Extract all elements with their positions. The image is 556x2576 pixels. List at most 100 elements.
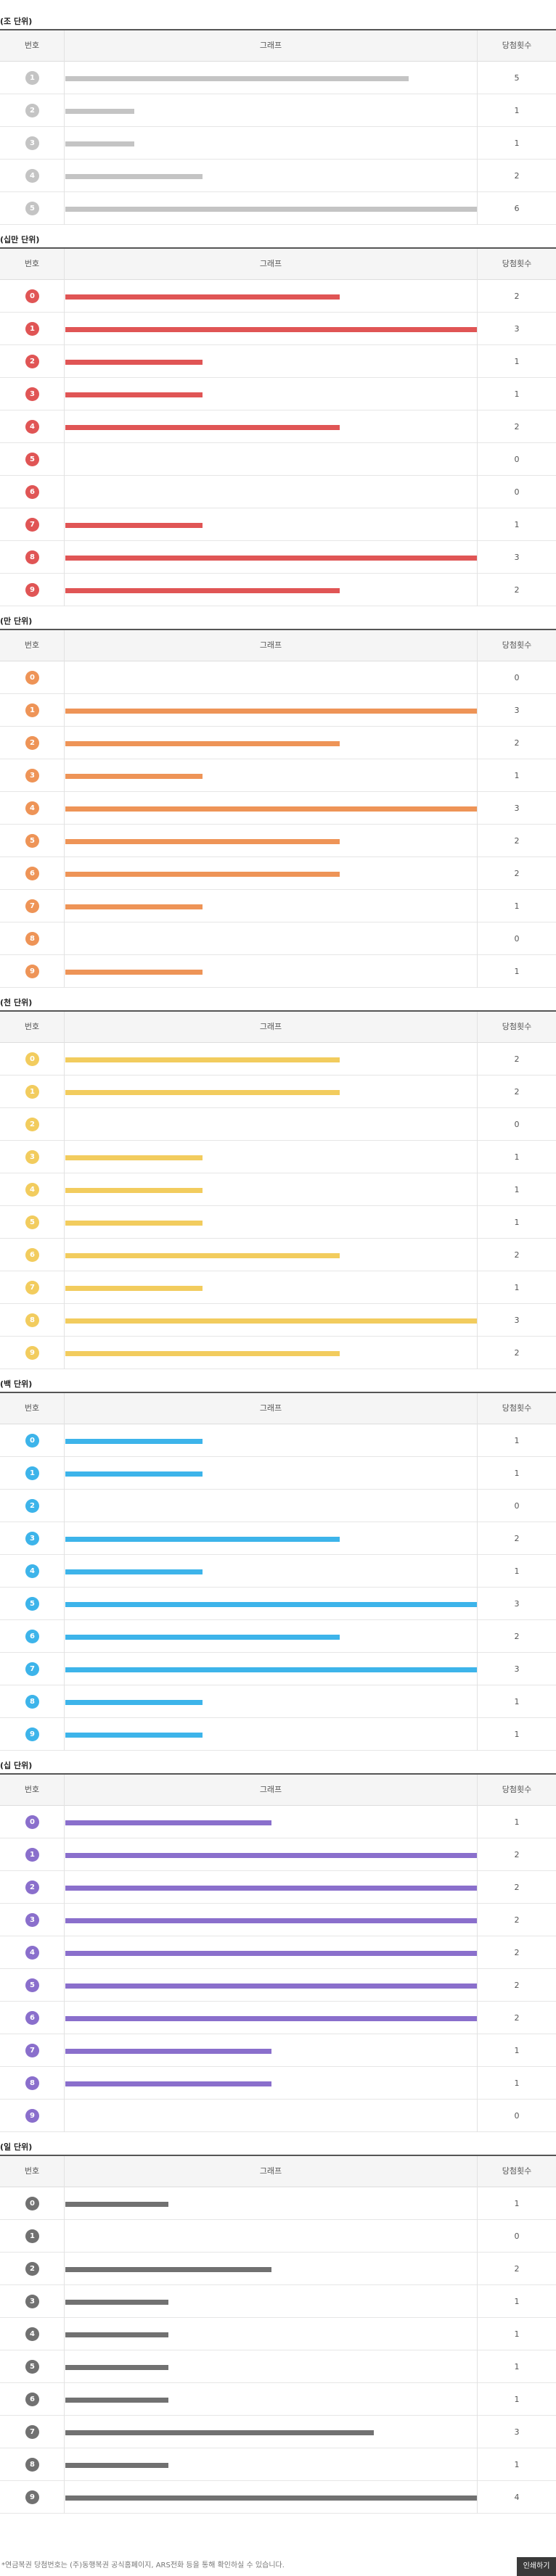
win-count: 1 [514, 357, 520, 366]
table-row: 92 [0, 1337, 556, 1369]
win-count: 2 [514, 1632, 520, 1641]
number-ball: 0 [25, 1052, 39, 1066]
count-bar [65, 1700, 203, 1705]
number-ball: 2 [25, 736, 39, 750]
number-ball: 2 [25, 1118, 39, 1131]
win-count: 2 [514, 292, 520, 301]
count-bar [65, 1820, 271, 1825]
column-divider [64, 1393, 65, 1751]
number-ball: 6 [25, 2393, 39, 2406]
count-bar [65, 1667, 477, 1672]
header-count: 당첨횟수 [502, 1785, 532, 1794]
table-row: 81 [0, 1685, 556, 1718]
win-count: 3 [514, 2427, 520, 2437]
table-header: 번호 그래프 당첨횟수 [0, 2156, 556, 2187]
table-row: 21 [0, 94, 556, 127]
number-ball: 8 [25, 550, 39, 564]
column-divider [477, 249, 478, 606]
win-count: 1 [514, 901, 520, 911]
table-row: 83 [0, 541, 556, 574]
column-divider [64, 630, 65, 988]
number-ball: 5 [25, 834, 39, 848]
header-graph: 그래프 [259, 640, 282, 650]
win-count: 2 [514, 869, 520, 878]
section-title: (일 단위) [0, 2142, 33, 2152]
number-ball: 1 [25, 2229, 39, 2243]
number-ball: 0 [25, 1434, 39, 1448]
table-row: 61 [0, 2383, 556, 2416]
win-count: 1 [514, 139, 520, 148]
win-count: 2 [514, 585, 520, 595]
header-number: 번호 [24, 1022, 40, 1031]
header-graph: 그래프 [259, 1785, 282, 1794]
table-header: 번호 그래프 당첨횟수 [0, 1393, 556, 1424]
header-count: 당첨횟수 [502, 1022, 532, 1031]
win-count: 1 [514, 1283, 520, 1292]
number-ball: 7 [25, 1662, 39, 1676]
number-ball: 3 [25, 387, 39, 401]
number-ball: 2 [25, 1499, 39, 1513]
section-title: (십 단위) [0, 1761, 33, 1770]
number-ball: 1 [25, 703, 39, 717]
table-row: 21 [0, 345, 556, 378]
column-divider [477, 2156, 478, 2514]
footnote: *연금복권 당첨번호는 (주)동행복권 공식홈페이지, ARS전화 등을 통해 … [1, 2561, 285, 2569]
count-bar [65, 588, 340, 593]
table-row: 62 [0, 1620, 556, 1653]
header-graph: 그래프 [259, 41, 282, 50]
table-row: 20 [0, 1490, 556, 1522]
number-ball: 0 [25, 289, 39, 303]
header-number: 번호 [24, 41, 40, 50]
win-count: 1 [514, 967, 520, 976]
stats-table: 번호 그래프 당첨횟수 0 1 1 0 2 2 3 1 4 1 5 1 6 1 7 3 8 1 9 4 [0, 2155, 556, 2514]
win-count: 1 [514, 1817, 520, 1827]
header-count: 당첨횟수 [502, 259, 532, 268]
table-row: 22 [0, 2253, 556, 2285]
win-count: 2 [514, 171, 520, 181]
table-row: 15 [0, 62, 556, 94]
count-bar [65, 294, 340, 300]
table-row: 62 [0, 857, 556, 890]
win-count: 1 [514, 1730, 520, 1739]
number-ball: 4 [25, 420, 39, 434]
table-row: 01 [0, 1424, 556, 1457]
win-count: 0 [514, 455, 520, 464]
win-count: 1 [514, 2046, 520, 2055]
header-graph: 그래프 [259, 259, 282, 268]
section-title: (조 단위) [0, 17, 33, 26]
table-row: 12 [0, 1838, 556, 1871]
count-bar [65, 1886, 477, 1891]
number-ball: 5 [25, 2360, 39, 2374]
table-row: 81 [0, 2448, 556, 2481]
table-header: 번호 그래프 당첨횟수 [0, 249, 556, 280]
win-count: 0 [514, 934, 520, 944]
number-ball: 3 [25, 1913, 39, 1927]
win-count: 0 [514, 1501, 520, 1511]
count-bar [65, 806, 477, 812]
win-count: 2 [514, 1915, 520, 1925]
win-count: 2 [514, 1348, 520, 1358]
count-bar [65, 2300, 168, 2305]
win-count: 2 [514, 1883, 520, 1892]
print-button[interactable]: 인쇄하기 [517, 2557, 556, 2576]
number-ball: 3 [25, 769, 39, 783]
win-count: 1 [514, 2362, 520, 2371]
number-ball: 0 [25, 671, 39, 685]
win-count: 1 [514, 1436, 520, 1445]
count-bar [65, 1439, 203, 1444]
number-ball: 4 [25, 2327, 39, 2341]
win-count: 2 [514, 738, 520, 748]
number-ball: 3 [25, 2295, 39, 2308]
number-ball: 5 [25, 1597, 39, 1611]
number-ball: 9 [25, 583, 39, 597]
table-row: 91 [0, 955, 556, 988]
table-row: 31 [0, 378, 556, 410]
table-row: 81 [0, 2067, 556, 2100]
win-count: 2 [514, 1054, 520, 1064]
count-bar [65, 774, 203, 779]
win-count: 1 [514, 2460, 520, 2469]
stats-table: 번호 그래프 당첨횟수 0 0 1 3 2 2 3 1 4 3 5 2 6 2 7 1 8 0 9 1 [0, 629, 556, 988]
count-bar [65, 207, 477, 212]
number-ball: 1 [25, 1466, 39, 1480]
header-number: 번호 [24, 640, 40, 650]
